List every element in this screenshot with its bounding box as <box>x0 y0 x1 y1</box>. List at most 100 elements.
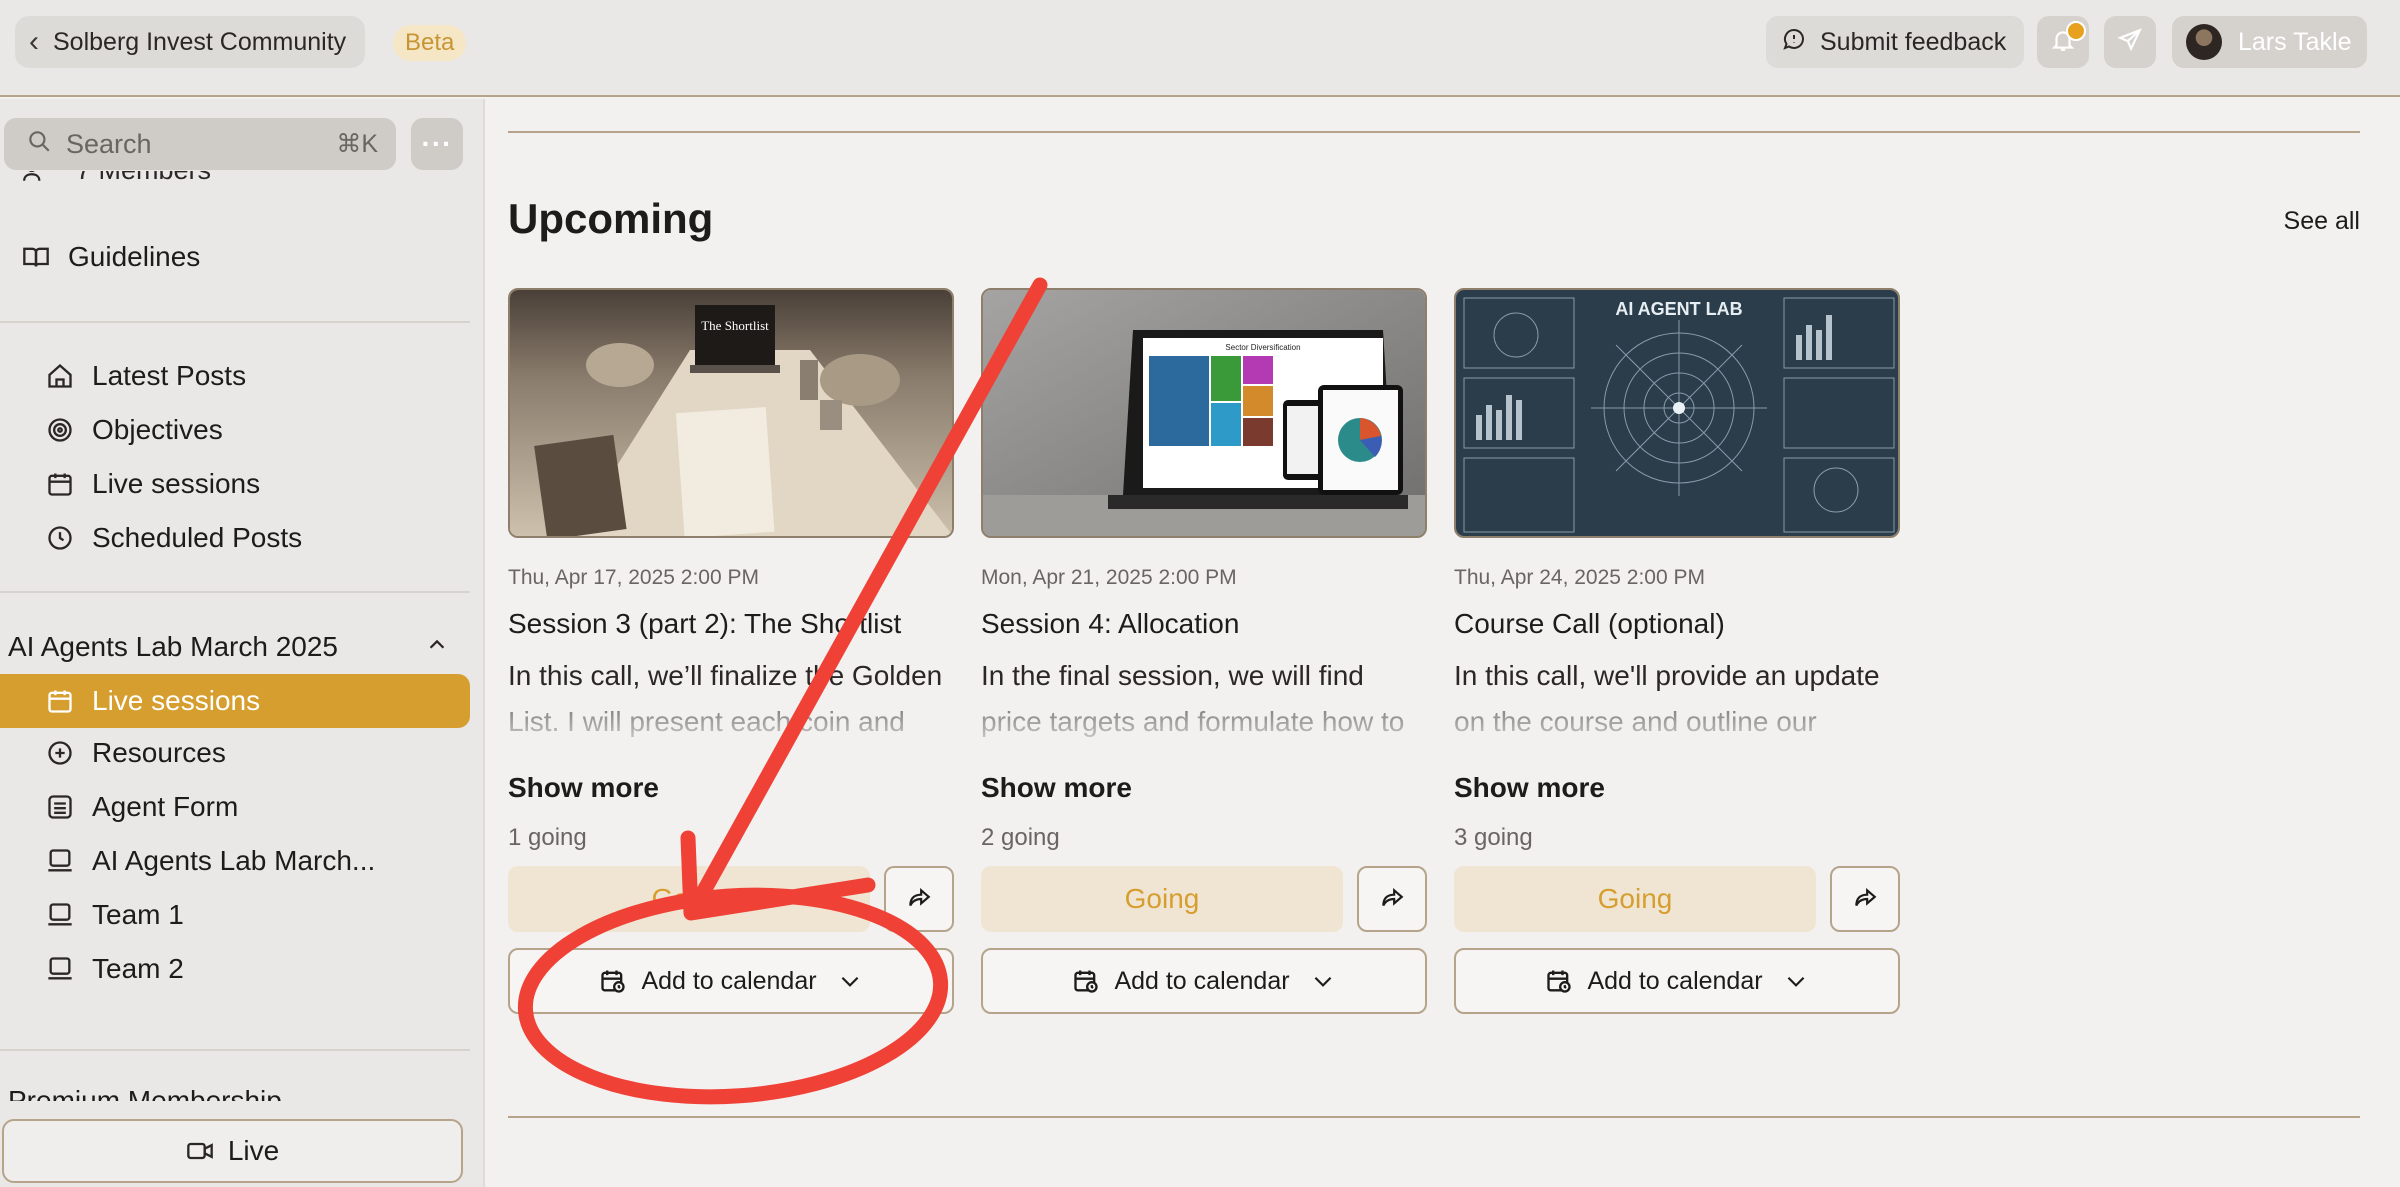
calendar-clock-icon <box>601 970 626 993</box>
book-icon <box>23 247 49 267</box>
sidebar-item-label: Live sessions <box>92 468 261 499</box>
search-input[interactable]: Search ⌘K <box>4 118 396 170</box>
monitor-icon <box>48 849 72 872</box>
sidebar-divider <box>0 321 470 323</box>
video-icon <box>186 1142 213 1160</box>
add-to-calendar-button[interactable]: Add to calendar <box>1454 948 1900 1014</box>
search-icon <box>26 128 66 161</box>
back-button-label: Solberg Invest Community <box>53 27 347 56</box>
event-image[interactable]: AI AGENT LAB <box>1454 288 1900 538</box>
description-fade <box>981 699 1427 745</box>
going-count: 3 going <box>1454 824 1533 851</box>
beta-badge: Beta <box>393 25 467 61</box>
event-title[interactable]: Session 3 (part 2): The Shortlist <box>508 608 901 640</box>
sidebar-section-premium-membership[interactable]: Premium Membership <box>8 1085 282 1101</box>
sidebar-item-label: Resources <box>92 737 226 768</box>
calendar-clock-icon <box>1547 970 1572 993</box>
calendar-icon <box>48 690 72 713</box>
section-title: Upcoming <box>508 195 714 242</box>
chevron-down-icon <box>1787 976 1804 987</box>
sidebar-item-label: Agent Form <box>92 791 239 822</box>
sidebar-item-objectives[interactable]: Objectives <box>46 414 223 446</box>
sidebar-item-label: AI Agents Lab March... <box>92 845 376 876</box>
event-title[interactable]: Session 4: Allocation <box>981 608 1239 640</box>
avatar <box>2186 24 2222 60</box>
event-date: Mon, Apr 21, 2025 2:00 PM <box>981 566 1237 589</box>
going-count: 2 going <box>981 824 1060 851</box>
sidebar-item-resources[interactable]: Resources <box>46 737 226 769</box>
share-button[interactable] <box>1357 866 1427 932</box>
sidebar-item-label: Team 2 <box>92 953 184 984</box>
sidebar-item-team-2[interactable]: Team 2 <box>46 953 184 985</box>
calendar-clock-icon <box>1074 970 1099 993</box>
going-button[interactable]: Going <box>508 866 870 932</box>
send-button[interactable] <box>2104 16 2156 68</box>
sidebar: Search ⌘K ··· 7 Members Guidelines Lates… <box>0 99 485 1187</box>
search-shortcut: ⌘K <box>336 130 378 158</box>
share-button[interactable] <box>884 866 954 932</box>
show-more-button[interactable]: Show more <box>981 772 1132 804</box>
chevron-down-icon <box>841 976 858 987</box>
sidebar-item-scheduled-posts[interactable]: Scheduled Posts <box>46 522 302 554</box>
sidebar-item-team-1[interactable]: Team 1 <box>46 899 184 931</box>
event-title[interactable]: Course Call (optional) <box>1454 608 1725 640</box>
image-text: Sector Diversification <box>1225 343 1300 352</box>
sidebar-divider <box>0 591 470 593</box>
going-button[interactable]: Going <box>1454 866 1816 932</box>
sidebar-item-members[interactable]: 7 Members <box>22 171 211 199</box>
sidebar-item-live-sessions[interactable]: Live sessions <box>46 468 260 500</box>
chevron-left-icon: ‹ <box>29 25 39 58</box>
event-image[interactable]: Sector Diversification <box>981 288 1427 538</box>
see-all-link[interactable]: See all <box>2284 207 2360 236</box>
add-to-calendar-label: Add to calendar <box>1114 966 1290 995</box>
sidebar-item-ai-agents-lab[interactable]: AI Agents Lab March... <box>46 845 375 877</box>
main-content: Upcoming See all The Shortlist Thu, Apr … <box>487 99 2400 1187</box>
back-button[interactable]: ‹ Solberg Invest Community <box>15 16 365 68</box>
user-name: Lars Takle <box>2238 27 2352 56</box>
event-image[interactable]: The Shortlist <box>508 288 954 538</box>
show-more-button[interactable]: Show more <box>1454 772 1605 804</box>
add-to-calendar-button[interactable]: Add to calendar <box>508 948 954 1014</box>
section-divider <box>508 1116 2360 1118</box>
event-card: AI AGENT LAB Thu, Apr 24, 2025 2:00 PM C… <box>1454 288 1900 1014</box>
show-more-button[interactable]: Show more <box>508 772 659 804</box>
notifications-button[interactable] <box>2037 16 2089 68</box>
user-menu-button[interactable]: Lars Takle <box>2172 16 2367 68</box>
sidebar-item-guidelines[interactable]: Guidelines <box>22 241 200 273</box>
add-to-calendar-label: Add to calendar <box>1587 966 1763 995</box>
share-icon <box>1855 887 1877 907</box>
share-icon <box>1382 887 1404 907</box>
sidebar-item-label: Live sessions <box>92 685 261 716</box>
sidebar-group-header[interactable]: AI Agents Lab March 2025 <box>8 631 448 663</box>
notification-dot <box>2066 21 2086 41</box>
sidebar-item-agent-form[interactable]: Agent Form <box>46 791 238 823</box>
sidebar-group-title: AI Agents Lab March 2025 <box>8 631 338 662</box>
sidebar-item-live-sessions-active[interactable]: Live sessions <box>0 674 470 728</box>
chevron-down-icon <box>1314 976 1331 987</box>
submit-feedback-button[interactable]: Submit feedback <box>1766 16 2024 68</box>
sidebar-divider <box>0 1049 470 1051</box>
home-icon <box>48 363 72 388</box>
feedback-label: Submit feedback <box>1820 27 2007 56</box>
sidebar-item-label: Latest Posts <box>92 360 247 391</box>
search-placeholder: Search <box>66 128 152 159</box>
more-options-button[interactable]: ··· <box>411 118 463 170</box>
event-date: Thu, Apr 24, 2025 2:00 PM <box>1454 566 1705 589</box>
target-icon <box>48 418 72 442</box>
add-to-calendar-button[interactable]: Add to calendar <box>981 948 1427 1014</box>
event-date: Thu, Apr 17, 2025 2:00 PM <box>508 566 759 589</box>
sidebar-item-latest-posts[interactable]: Latest Posts <box>46 360 246 392</box>
description-fade <box>508 699 954 745</box>
event-card: Sector Diversification Mon, Apr 21, 2025… <box>981 288 1427 1014</box>
feedback-icon <box>1782 27 1820 58</box>
going-button[interactable]: Going <box>981 866 1343 932</box>
sidebar-item-label: Guidelines <box>68 241 201 272</box>
image-text: The Shortlist <box>701 318 769 333</box>
going-count: 1 going <box>508 824 587 851</box>
form-icon <box>48 795 72 819</box>
monitor-icon <box>48 903 72 926</box>
share-button[interactable] <box>1830 866 1900 932</box>
add-to-calendar-label: Add to calendar <box>641 966 817 995</box>
go-live-button[interactable]: Live <box>2 1119 463 1183</box>
plus-circle-icon <box>48 741 72 765</box>
